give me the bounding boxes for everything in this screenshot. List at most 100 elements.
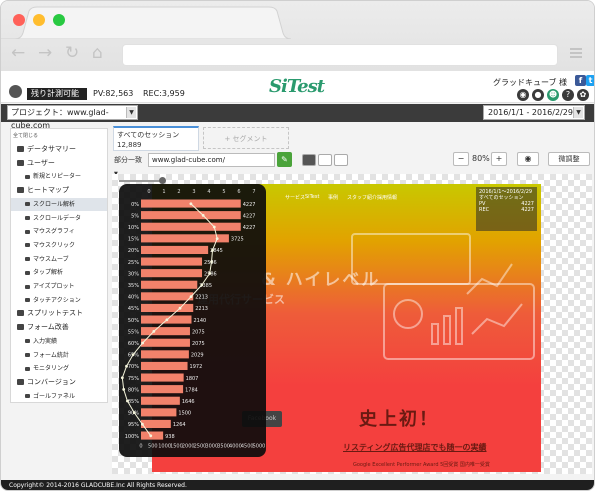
bar-value-label: 1500 (178, 411, 191, 417)
trend-point (152, 330, 156, 333)
home-icon[interactable] (9, 85, 22, 98)
scroll-bar (141, 385, 184, 394)
opacity-slider-track[interactable] (119, 180, 161, 182)
user-name[interactable]: グラッドキューブ 様 (493, 77, 567, 88)
sidebar-item-18[interactable]: ゴールファネル (11, 390, 107, 403)
settings-gear-icon[interactable]: ✿ (577, 89, 589, 101)
sidebar-item-12[interactable]: スプリットテスト (11, 307, 107, 320)
site-nav-item[interactable]: 採用情報 (377, 194, 397, 201)
add-segment-button[interactable]: + セグメント (203, 127, 289, 149)
chart-icon (25, 366, 30, 371)
site-nav-item[interactable]: スタッフ紹介 (347, 194, 377, 201)
date-range-select[interactable]: 2016/1/1 - 2016/2/29 ▼ (483, 105, 585, 120)
close-window-icon[interactable] (13, 14, 25, 26)
scroll-depth-label: 80% (128, 387, 139, 393)
twitter-icon[interactable]: t (586, 75, 594, 86)
scroll-bar (141, 211, 241, 220)
minimize-window-icon[interactable] (33, 14, 45, 26)
sidebar-item-label: ユーザー (27, 158, 55, 167)
account-icon[interactable]: ☻ (547, 89, 559, 101)
segment-tab-all[interactable]: すべてのセッション 12,889 (113, 126, 199, 151)
trend-point (122, 388, 126, 391)
trend-point (140, 422, 144, 426)
view-eye-icon[interactable]: ◉ (517, 152, 539, 166)
facebook-icon[interactable]: f (575, 75, 586, 86)
project-select[interactable]: プロジェクト：www.glad-cube.com ▼ (7, 105, 138, 130)
site-nav-item[interactable]: SiTest (305, 194, 319, 200)
collapse-all-link[interactable]: 全て閉じる (13, 130, 109, 143)
sidebar-item-13[interactable]: フォーム改善 (11, 321, 107, 334)
bar-value-label: 2586 (204, 260, 217, 266)
sidebar-item-10[interactable]: アイズプロット (11, 280, 107, 293)
sidebar-item-17[interactable]: コンバージョン (11, 376, 107, 389)
x-tick-label: 500 (148, 444, 158, 450)
sidebar-item-0[interactable]: データサマリー (11, 143, 107, 156)
form-icon (17, 324, 24, 331)
fine-adjust-button[interactable]: 微調整 (548, 152, 590, 166)
user-icon (25, 174, 30, 179)
help-icon[interactable]: ? (562, 89, 574, 101)
zoom-in-icon[interactable]: + (491, 152, 507, 166)
info-rec-value: 4227 (521, 207, 534, 213)
chat-icon[interactable]: ◉ (517, 89, 529, 101)
sidebar-item-8[interactable]: マウスムーブ (11, 253, 107, 266)
site-nav-item[interactable]: サービス (285, 194, 305, 201)
address-bar[interactable] (122, 44, 558, 66)
user-icon (17, 159, 24, 166)
bar-value-label: 2140 (194, 318, 207, 324)
maximize-window-icon[interactable] (53, 14, 65, 26)
page-url-input[interactable]: www.glad-cube.com/ (148, 153, 275, 167)
scroll-depth-label: 0% (131, 202, 139, 208)
home-browser-icon[interactable]: ⌂ (92, 43, 103, 63)
sidebar-item-label: マウスクリック (33, 241, 76, 249)
edit-pencil-icon[interactable]: ✎ (277, 152, 292, 167)
footer-copyright: Copyright© 2014-2016 GLADCUBE.Inc All Ri… (1, 480, 594, 490)
sidebar-item-14[interactable]: 入力実績 (11, 335, 107, 348)
sidebar-item-5[interactable]: スクロールデータ (11, 212, 107, 225)
bar-value-label: 2213 (195, 295, 208, 301)
sidebar-item-label: スプリットテスト (27, 309, 83, 318)
desktop-device-icon[interactable] (302, 154, 316, 166)
reload-icon[interactable]: ↻ (65, 43, 79, 63)
sidebar-item-4[interactable]: スクロール解析 (11, 197, 107, 211)
zoom-out-icon[interactable]: − (453, 152, 469, 166)
chart-icon (25, 394, 30, 399)
sidebar-item-label: タッチアクション (33, 296, 81, 304)
scroll-depth-label: 15% (128, 237, 139, 243)
match-type-value: 部分一致 (114, 156, 142, 164)
trend-point (211, 248, 214, 252)
site-nav-item[interactable]: 事例 (328, 194, 338, 201)
trend-point (120, 376, 124, 380)
sidebar-item-label: モニタリング (33, 365, 70, 373)
scroll-bar (141, 292, 194, 301)
sidebar-item-label: マウスグラフィ (33, 228, 75, 236)
sidebar-item-9[interactable]: タップ解析 (11, 266, 107, 279)
scroll-bar (141, 327, 190, 336)
trend-point (201, 214, 205, 217)
sidebar-item-15[interactable]: フォーム統計 (11, 349, 107, 362)
news-icon[interactable]: ● (532, 89, 544, 101)
match-type-select[interactable]: 部分一致 ▼ (114, 154, 147, 177)
hamburger-menu-icon[interactable] (570, 48, 582, 58)
sidebar-item-3[interactable]: ヒートマップ (11, 184, 107, 197)
tablet-device-icon[interactable] (318, 154, 332, 166)
scroll-depth-label: 30% (128, 271, 139, 277)
hero-link[interactable]: リスティング広告代理店でも随一の実績 (343, 442, 487, 453)
chart-icon (25, 216, 30, 220)
sidebar-item-1[interactable]: ユーザー (11, 157, 107, 170)
opacity-slider-handle[interactable] (159, 177, 166, 184)
back-arrow-icon[interactable]: ← (11, 43, 25, 63)
scroll-depth-label: 20% (128, 248, 139, 254)
sidebar-item-6[interactable]: マウスグラフィ (11, 225, 107, 238)
sidebar-item-16[interactable]: モニタリング (11, 362, 107, 375)
sidebar-item-2[interactable]: 新規とリピーター (11, 170, 107, 183)
sidebar-item-7[interactable]: マウスクリック (11, 239, 107, 252)
forward-arrow-icon[interactable]: → (38, 43, 52, 63)
bar-value-label: 2213 (195, 306, 208, 312)
sidebar-item-11[interactable]: タッチアクション (11, 294, 107, 307)
sidebar-item-label: データサマリー (27, 145, 76, 153)
trend-point (126, 399, 129, 403)
smartphone-device-icon[interactable] (334, 154, 348, 166)
sitest-logo[interactable]: SiTest (269, 76, 325, 97)
pv-count: PV:82,563 (93, 89, 134, 98)
